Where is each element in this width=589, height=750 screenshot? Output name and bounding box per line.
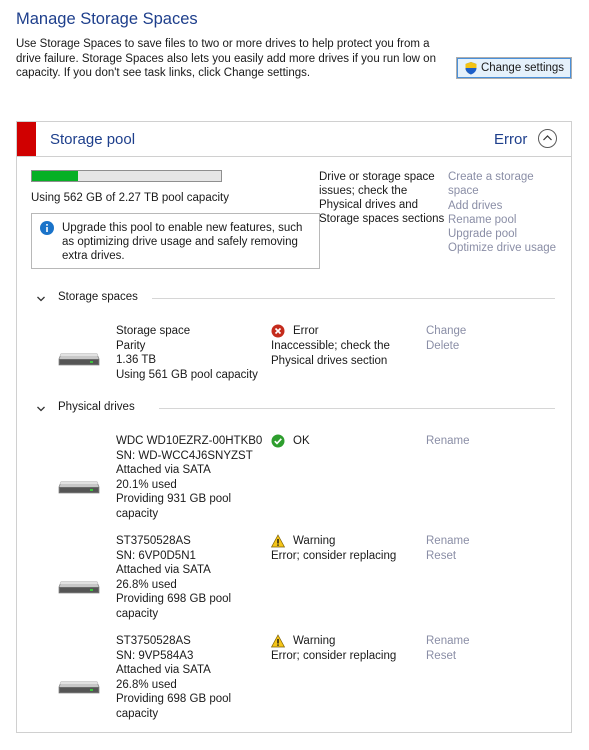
warning-icon xyxy=(271,534,285,548)
status-title: Warning xyxy=(293,635,336,647)
row-links: Rename Reset xyxy=(426,634,469,663)
drive-info: ST3750528AS SN: 6VP0D5N1 Attached via SATA… xyxy=(116,534,231,621)
status-title: Error xyxy=(293,325,319,337)
pool-link-rename-pool[interactable]: Rename pool xyxy=(448,213,560,227)
drive-icon xyxy=(58,353,100,366)
drive-info-line: Attached via SATA xyxy=(116,564,211,576)
storage-pool-panel: Storage pool Error Using 562 GB of 2.27 … xyxy=(16,121,572,733)
error-icon xyxy=(271,324,285,338)
pool-link-add-drives[interactable]: Add drives xyxy=(448,199,560,213)
status-title: Warning xyxy=(293,535,336,547)
drive-icon xyxy=(58,681,100,694)
ok-icon xyxy=(271,434,285,448)
drive-info-line: Attached via SATA xyxy=(116,464,211,476)
drive-icon xyxy=(58,481,100,494)
pool-capacity-text: Using 562 GB of 2.27 TB pool capacity xyxy=(31,192,229,204)
error-indicator-bar xyxy=(17,122,36,156)
reset-link[interactable]: Reset xyxy=(426,549,469,564)
pool-status: Error xyxy=(494,131,528,148)
row-links: Change Delete xyxy=(426,324,466,353)
warning-icon xyxy=(271,634,285,648)
pool-task-links: Create a storage space Add drives Rename p… xyxy=(448,170,560,256)
rename-link[interactable]: Rename xyxy=(426,534,469,549)
drive-info-line: Attached via SATA xyxy=(116,664,211,676)
drive-info-line: Providing 931 GB pool xyxy=(116,493,232,505)
drive-info: WDC WD10EZRZ-00HTKB0 SN: WD-WCC4J6SNYZST A… xyxy=(116,434,262,521)
drive-info-line: 26.8% used xyxy=(116,578,177,591)
drive-info-line: SN: WD-WCC4J6SNYZST xyxy=(116,449,253,462)
pool-usage-fill xyxy=(32,171,78,181)
row-links: Rename xyxy=(426,434,469,449)
intro-text: Use Storage Spaces to save files to two … xyxy=(16,38,436,79)
drive-info-line: capacity xyxy=(116,507,159,520)
drive-info-line: capacity xyxy=(116,607,159,620)
status-detail: Error; consider replacing xyxy=(271,650,397,662)
drive-info-line: SN: 9VP584A3 xyxy=(116,649,194,662)
section-separator xyxy=(152,298,555,299)
status-detail: Inaccessible; check the Physical drives … xyxy=(271,340,390,367)
drive-info-line: Parity xyxy=(116,339,146,352)
drive-info-line: 1.36 TB xyxy=(116,354,157,366)
change-settings-label: Change settings xyxy=(480,62,565,74)
pool-usage-bar xyxy=(31,170,222,182)
shield-icon xyxy=(465,62,477,75)
status-detail: Error; consider replacing xyxy=(271,550,397,562)
upgrade-info-text: Upgrade this pool to enable new features… xyxy=(62,222,303,262)
drive-icon xyxy=(58,581,100,594)
pool-link-optimize-drive-usage[interactable]: Optimize drive usage xyxy=(448,241,560,255)
pool-header: Storage pool Error xyxy=(17,122,571,157)
change-settings-button[interactable]: Change settings xyxy=(456,57,572,79)
page-title: Manage Storage Spaces xyxy=(16,10,198,28)
pool-link-upgrade-pool[interactable]: Upgrade pool xyxy=(448,227,560,241)
storage-spaces-heading[interactable]: Storage spaces xyxy=(58,291,138,303)
delete-link[interactable]: Delete xyxy=(426,339,466,354)
chevron-down-icon[interactable] xyxy=(36,404,46,416)
info-icon xyxy=(40,221,54,235)
drive-info-line: 20.1% used xyxy=(116,478,177,491)
rename-link[interactable]: Rename xyxy=(426,634,469,649)
upgrade-info-box: Upgrade this pool to enable new features… xyxy=(31,213,320,269)
rename-link[interactable]: Rename xyxy=(426,434,469,449)
drive-info-line: Using 561 GB pool capacity xyxy=(116,368,258,381)
drive-info-line: WDC WD10EZRZ-00HTKB0 xyxy=(116,435,263,447)
pool-title: Storage pool xyxy=(50,131,136,148)
collapse-button[interactable] xyxy=(538,129,557,148)
drive-info-line: 26.8% used xyxy=(116,678,177,691)
pool-link-create-a-storage-space[interactable]: Create a storage space xyxy=(448,170,560,199)
row-links: Rename Reset xyxy=(426,534,469,563)
chevron-up-icon xyxy=(543,135,552,141)
drive-info-line: Storage space xyxy=(116,325,191,337)
drive-info: ST3750528AS SN: 9VP584A3 Attached via SATA… xyxy=(116,634,231,721)
change-link[interactable]: Change xyxy=(426,324,466,339)
status-title: OK xyxy=(293,435,310,447)
reset-link[interactable]: Reset xyxy=(426,649,469,664)
drive-info-line: ST3750528AS xyxy=(116,535,191,547)
physical-drives-heading[interactable]: Physical drives xyxy=(58,401,135,413)
drive-info-line: SN: 6VP0D5N1 xyxy=(116,549,196,562)
pool-message: Drive or storage space issues; check the… xyxy=(319,171,445,225)
drive-info-line: capacity xyxy=(116,707,159,720)
chevron-down-icon[interactable] xyxy=(36,294,46,306)
drive-info-line: ST3750528AS xyxy=(116,635,191,647)
drive-info-line: Providing 698 GB pool xyxy=(116,693,232,705)
drive-info-line: Providing 698 GB pool xyxy=(116,593,232,605)
drive-info: Storage space Parity 1.36 TB Using 561 GB p… xyxy=(116,324,258,382)
section-separator xyxy=(158,408,555,409)
